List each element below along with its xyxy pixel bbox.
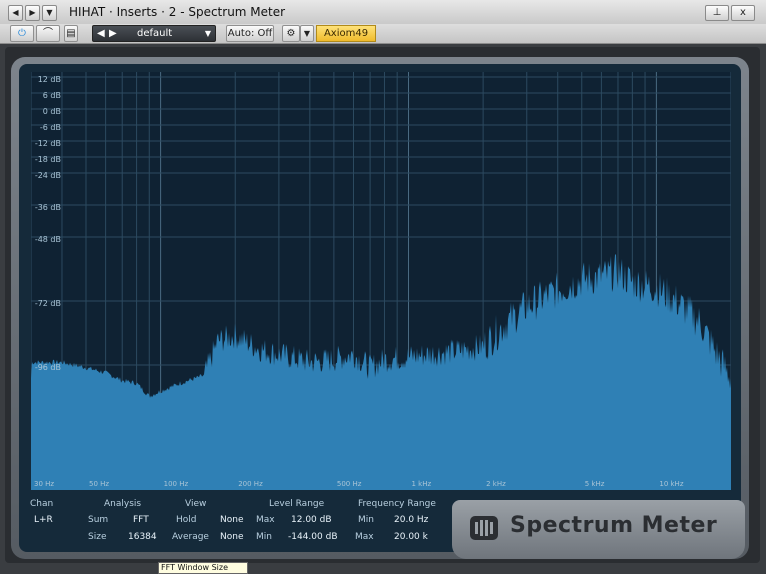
y-tick-label: -36 dB: [34, 203, 61, 212]
y-tick-label: 6 dB: [42, 91, 61, 100]
plugin-toolbar: ⏻ ⌒ ▤ ◀ ▶ default ▼ Auto: Off ⚙ ▼ Axiom4…: [0, 24, 766, 44]
freq-max-value[interactable]: 20.00 k: [394, 532, 428, 542]
freq-min-label: Min: [358, 515, 374, 525]
chan-label: Chan: [30, 499, 54, 509]
chevron-down-icon[interactable]: ▼: [205, 26, 211, 41]
x-tick-label: 10 kHz: [659, 480, 684, 488]
chevron-down-icon: ▼: [303, 29, 311, 38]
y-tick-label: -48 dB: [34, 235, 61, 244]
y-tick-label: -72 dB: [34, 299, 61, 308]
settings-button[interactable]: ⚙: [282, 25, 300, 42]
spectrum-area: [31, 254, 731, 490]
analysis-label: Analysis: [104, 499, 142, 509]
level-min-value[interactable]: -144.00 dB: [288, 532, 338, 542]
preset-menu-button[interactable]: ▤: [64, 25, 78, 42]
sum-label: Sum: [88, 515, 109, 525]
device-button[interactable]: Axiom49: [316, 25, 376, 42]
size-label: Size: [88, 532, 107, 542]
tooltip: FFT Window Size: [158, 562, 248, 574]
bypass-button[interactable]: ⌒: [36, 25, 60, 42]
power-button[interactable]: ⏻: [10, 25, 34, 42]
close-button[interactable]: x: [731, 5, 755, 21]
level-min-label: Min: [256, 532, 272, 542]
y-tick-label: -6 dB: [39, 123, 61, 132]
hold-label: Hold: [176, 515, 197, 525]
size-value[interactable]: 16384: [128, 532, 157, 542]
presonus-logo-icon: [470, 516, 498, 540]
power-icon: ⏻: [18, 28, 26, 39]
y-tick-label: -18 dB: [34, 155, 61, 164]
freq-max-label: Max: [355, 532, 374, 542]
chan-value[interactable]: L+R: [34, 515, 53, 525]
prev-insert-button[interactable]: ◀: [8, 5, 23, 21]
list-icon: ▤: [66, 28, 76, 39]
automation-button[interactable]: Auto: Off: [226, 25, 274, 42]
sum-value[interactable]: FFT: [133, 515, 149, 525]
settings-panel: Chan L+R Analysis Sum FFT Size 16384 Vie…: [24, 495, 448, 547]
x-tick-label: 100 Hz: [163, 480, 189, 488]
preset-selector[interactable]: ◀ ▶ default ▼: [92, 25, 216, 42]
x-tick-label: 200 Hz: [238, 480, 263, 488]
level-max-value[interactable]: 12.00 dB: [291, 515, 332, 525]
average-label: Average: [172, 532, 209, 542]
bypass-icon: ⌒: [43, 28, 53, 39]
settings-dropdown-button[interactable]: ▼: [300, 25, 314, 42]
x-tick-label: 5 kHz: [584, 480, 605, 488]
x-tick-label: 500 Hz: [336, 480, 362, 488]
next-insert-button[interactable]: ▶: [25, 5, 40, 21]
average-value[interactable]: None: [220, 532, 243, 542]
preset-name: default: [137, 28, 173, 39]
y-tick-label: -24 dB: [34, 171, 61, 180]
level-max-label: Max: [256, 515, 275, 525]
spectrum-plot[interactable]: [31, 72, 731, 490]
y-tick-label: 12 dB: [37, 75, 61, 84]
preset-prev-icon[interactable]: ◀: [97, 26, 105, 41]
y-tick-label: -12 dB: [34, 139, 61, 148]
view-label: View: [185, 499, 207, 509]
x-tick-label: 1 kHz: [411, 480, 432, 488]
preset-next-icon[interactable]: ▶: [109, 26, 117, 41]
gear-icon: ⚙: [286, 28, 296, 39]
y-tick-label: 0 dB: [42, 107, 61, 116]
hold-value[interactable]: None: [220, 515, 243, 525]
title-bar: ◀ ▶ ▼ HIHAT · Inserts · 2 - Spectrum Met…: [0, 0, 766, 25]
x-tick-label: 50 Hz: [88, 480, 110, 488]
level-range-label: Level Range: [269, 499, 325, 509]
pin-button[interactable]: ⊥: [705, 5, 729, 21]
x-tick-label: 30 Hz: [34, 480, 55, 488]
y-tick-label: -96 dB: [34, 363, 61, 372]
brand-name: Spectrum Meter: [510, 513, 718, 538]
window-title: HIHAT · Inserts · 2 - Spectrum Meter: [69, 5, 286, 19]
freq-min-value[interactable]: 20.0 Hz: [394, 515, 428, 525]
insert-menu-button[interactable]: ▼: [42, 5, 57, 21]
x-tick-label: 2 kHz: [486, 480, 506, 488]
frequency-range-label: Frequency Range: [358, 499, 436, 509]
